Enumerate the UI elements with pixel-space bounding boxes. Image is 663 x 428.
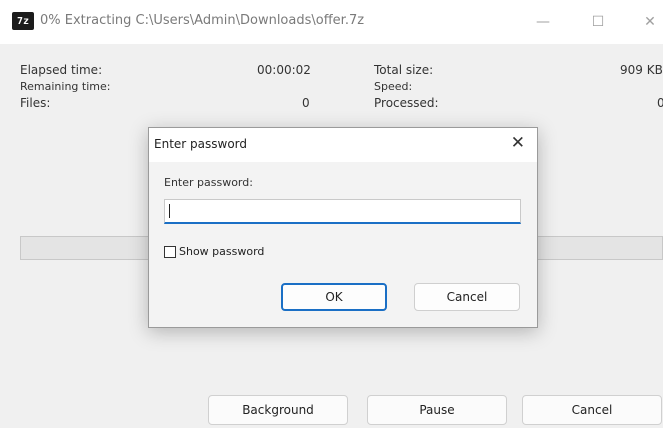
show-password-checkbox[interactable] [164,245,176,258]
password-prompt-label: Enter password: [164,176,253,189]
total-size-value: 909 KB [620,63,663,77]
remaining-time-label: Remaining time: [20,80,111,93]
cancel-extraction-button[interactable]: Cancel [522,395,662,425]
processed-label: Processed: [374,96,439,110]
text-cursor [169,204,170,218]
files-value: 0 [302,96,310,110]
minimize-button[interactable]: — [520,0,566,44]
elapsed-time-value: 00:00:02 [257,63,311,77]
7zip-app-icon: 7z [12,12,34,30]
password-input[interactable] [164,199,521,224]
dialog-close-icon[interactable]: ✕ [511,133,525,153]
total-size-label: Total size: [374,63,434,77]
close-window-button[interactable]: ✕ [627,0,663,44]
password-dialog: Enter password ✕ Enter password: Show pa… [148,127,538,328]
dialog-title-bar: Enter password ✕ [149,128,537,162]
ok-button[interactable]: OK [281,283,387,311]
speed-label: Speed: [374,80,413,93]
show-password-option[interactable]: Show password [164,245,264,258]
elapsed-time-label: Elapsed time: [20,63,103,77]
files-label: Files: [20,96,51,110]
dialog-cancel-button[interactable]: Cancel [414,283,520,311]
dialog-title: Enter password [154,137,247,151]
processed-value: 0 [657,96,663,110]
title-bar: 7z 0% Extracting C:\Users\Admin\Download… [0,0,663,44]
pause-button[interactable]: Pause [367,395,507,425]
maximize-button[interactable]: ☐ [575,0,621,44]
show-password-label: Show password [179,245,265,258]
background-button[interactable]: Background [208,395,348,425]
window-title: 0% Extracting C:\Users\Admin\Downloads\o… [40,13,365,28]
